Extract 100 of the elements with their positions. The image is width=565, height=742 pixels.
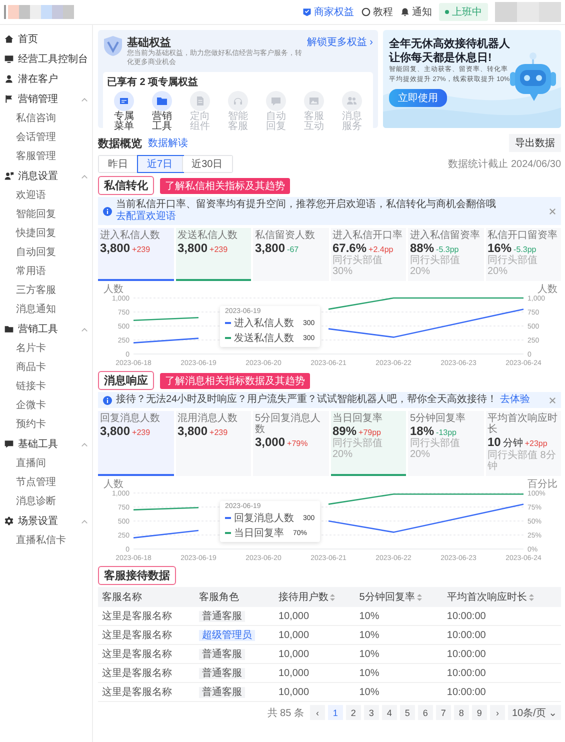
sort-icon[interactable]: [416, 594, 422, 600]
table-cell: 10:00:00: [442, 644, 561, 664]
metric-change: -5.3pp: [514, 245, 536, 254]
nav-subitem[interactable]: 会话管理: [16, 128, 56, 147]
close-icon[interactable]: [549, 208, 556, 214]
close-icon[interactable]: [549, 396, 556, 404]
page-button[interactable]: 8: [454, 705, 469, 720]
page-button[interactable]: 1: [328, 705, 343, 720]
metric-change: -67: [287, 245, 299, 254]
table-cell: 这里是客服名称: [98, 664, 195, 682]
metric-value: 3,800: [255, 241, 286, 255]
logo-drawing: [4, 5, 74, 19]
page-button[interactable]: 9: [472, 705, 487, 720]
promo-headline: 全年无休高效接待机器人: [389, 38, 510, 52]
folder-icon: [4, 324, 14, 334]
nav-subitem[interactable]: 智能回复: [16, 205, 56, 224]
nav-subitem[interactable]: 企微卡: [16, 396, 54, 415]
next-page-button[interactable]: ›: [490, 705, 505, 720]
table-cell: 10,000: [274, 607, 356, 626]
header-link[interactable]: 教程: [361, 5, 393, 19]
nav-subitem[interactable]: 消息通知: [16, 300, 56, 319]
metric-card[interactable]: 5分回复消息人数 3,000 +79%: [253, 411, 328, 476]
metric-card[interactable]: 当日回复率 89% +79pp 同行头部值 20%: [330, 411, 406, 476]
notice-link[interactable]: 去体验: [500, 394, 530, 405]
nav-subitem[interactable]: 商品卡: [16, 358, 54, 377]
page-button[interactable]: 5: [400, 705, 415, 720]
page-button[interactable]: 6: [418, 705, 433, 720]
page-size-dropdown[interactable]: 10条/页 ⌄: [508, 705, 561, 720]
nav-subitem[interactable]: 名片卡: [16, 339, 54, 358]
benchmark-text: 同行头部值 20%: [332, 438, 384, 460]
metric-card[interactable]: 私信留资人数 3,800 -67: [253, 228, 328, 281]
nav-item[interactable]: 经营工具控制台: [4, 49, 92, 69]
people-icon[interactable]: [342, 90, 362, 110]
benefit-label: 专属菜单: [114, 112, 134, 132]
folder-icon[interactable]: [152, 90, 172, 110]
page-button[interactable]: 2: [346, 705, 361, 720]
benefit-label: 智能客服: [228, 112, 248, 132]
metric-label: 进入私信开口率: [332, 230, 404, 241]
nav-subitem[interactable]: 快捷回复: [16, 224, 56, 243]
data-guide-link[interactable]: 数据解读: [148, 136, 188, 150]
try-now-button[interactable]: 立即使用: [389, 89, 447, 108]
metric-card[interactable]: 进入私信人数 3,800 +239: [98, 228, 174, 281]
nav-subitem[interactable]: 直播私信卡: [16, 531, 66, 550]
nav-subitem[interactable]: 常用语: [16, 262, 54, 281]
notice-link[interactable]: 去配置欢迎语: [116, 211, 176, 222]
metric-card[interactable]: 平均首次响应时长 10 分钟 +23pp 同行头部值 8分钟: [486, 411, 561, 476]
metric-card[interactable]: 进入私信留资率 88% -5.3pp 同行头部值 20%: [408, 228, 484, 281]
previous-page-button[interactable]: ‹: [310, 705, 325, 720]
sort-icon[interactable]: [330, 594, 336, 600]
metric-card[interactable]: 回复消息人数 3,800 +239: [98, 411, 174, 476]
picture-frame-icon[interactable]: [304, 90, 324, 110]
monitor-icon: [4, 54, 14, 64]
nav-item[interactable]: 消息设置: [4, 166, 92, 186]
card-icon[interactable]: [114, 90, 134, 110]
export-button[interactable]: 导出数据: [509, 134, 561, 152]
nav-subitem[interactable]: 自动回复: [16, 243, 56, 262]
sort-icon[interactable]: [528, 594, 534, 600]
table-cell: 10:00:00: [442, 607, 561, 626]
rights-title: 基础权益: [127, 36, 172, 49]
nav-subitem[interactable]: 链接卡: [16, 377, 54, 396]
legend-label: 回复消息人数: [234, 512, 294, 525]
metric-card[interactable]: 混用消息人数 3,800 +239: [176, 411, 251, 476]
page-button[interactable]: 7: [436, 705, 451, 720]
metric-card[interactable]: 发送私信人数 3,800 +239: [176, 228, 251, 281]
page-button[interactable]: 4: [382, 705, 397, 720]
range-tab[interactable]: 近30日: [182, 156, 232, 172]
headset-icon[interactable]: [228, 90, 248, 110]
metric-label: 混用消息人数: [178, 413, 238, 424]
nav-subitem[interactable]: 直播间: [16, 454, 54, 473]
nav-subitem[interactable]: 私信咨询: [16, 109, 56, 128]
nav-item[interactable]: 场景设置: [4, 511, 92, 531]
nav-item[interactable]: 营销工具: [4, 319, 92, 339]
nav-subitem[interactable]: 欢迎语: [16, 186, 54, 205]
home-icon: [4, 34, 14, 44]
metric-change: +23pp: [524, 439, 548, 448]
document-icon[interactable]: [190, 90, 210, 110]
header-link[interactable]: 通知: [400, 5, 432, 19]
table-cell: 这里是客服名称: [98, 682, 195, 702]
metric-card[interactable]: 进入私信开口率 67.6% +2.4pp 同行头部值 30%: [330, 228, 406, 281]
chat-bubble-icon[interactable]: [266, 90, 286, 110]
nav-subitem[interactable]: 消息诊断: [16, 492, 56, 511]
metric-change: +239: [210, 245, 228, 254]
nav-subitem[interactable]: 预约卡: [16, 415, 54, 434]
nav-item[interactable]: 基础工具: [4, 434, 92, 454]
metric-card[interactable]: 5分钟回复率 18% -13pp 同行头部值 20%: [408, 411, 484, 476]
metric-card[interactable]: 私信开口留资率 16% -5.3pp 同行头部值 20%: [486, 228, 561, 281]
header-link[interactable]: 商家权益: [302, 5, 354, 19]
nav-subitem[interactable]: 三方客服: [16, 281, 56, 300]
gear-icon: [4, 516, 14, 526]
nav-item[interactable]: 潜在客户: [4, 69, 92, 89]
nav-item[interactable]: 首页: [4, 29, 92, 49]
person-icon: [4, 74, 14, 84]
nav-item[interactable]: 营销管理: [4, 89, 92, 109]
table-cell: 这里是客服名称: [98, 607, 195, 626]
more-rights-link[interactable]: 解锁更多权益 ›: [306, 35, 373, 49]
nav-subitem[interactable]: 节点管理: [16, 473, 56, 492]
range-tab[interactable]: 近7日: [138, 156, 183, 172]
nav-subitem[interactable]: 客服管理: [16, 147, 56, 166]
metric-change: +2.4pp: [368, 245, 394, 254]
page-button[interactable]: 3: [364, 705, 379, 720]
